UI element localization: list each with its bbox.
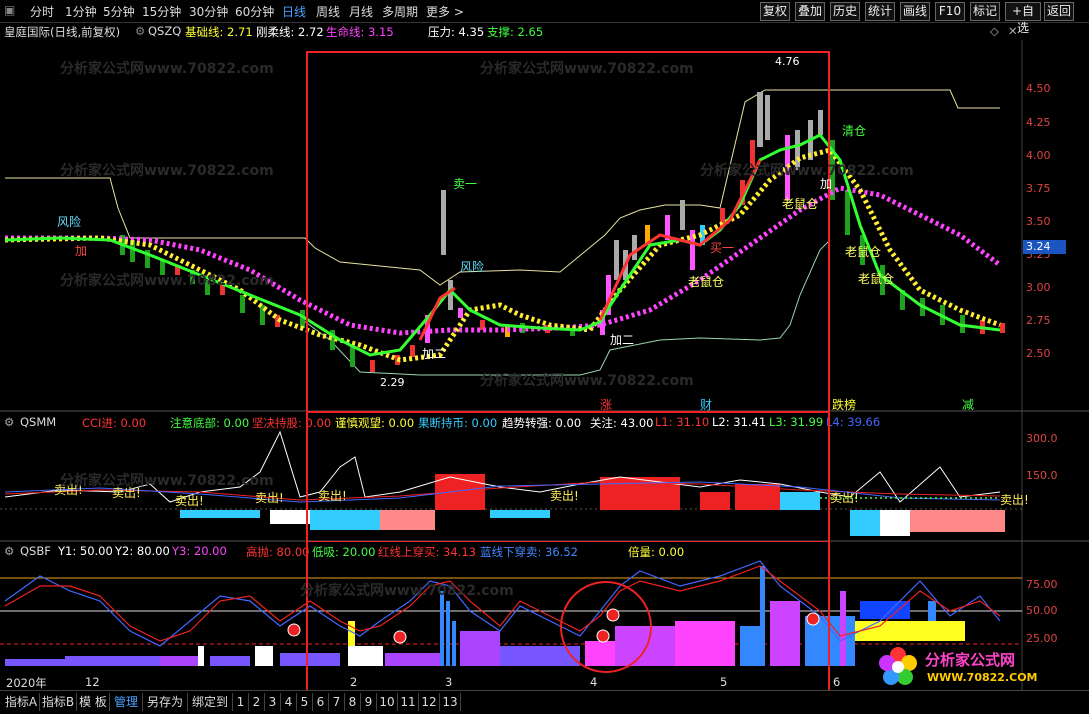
watermark: 分析家公式网www.70822.com (300, 583, 514, 599)
main-val-support: 支撑: 2.65 (487, 25, 544, 39)
tab-manage[interactable]: 管理 (110, 693, 143, 711)
sell-one-annotation: 卖一 (453, 177, 477, 191)
tab-num-8[interactable]: 8 (345, 693, 361, 711)
sell-label: 卖出! (1000, 493, 1029, 507)
logo-title: 分析家公式网 (925, 651, 1016, 669)
tab-num-12[interactable]: 12 (419, 693, 440, 711)
watermark: 分析家公式网www.70822.com (60, 273, 274, 289)
sell-label: 卖出! (255, 491, 284, 505)
time-label: 2020年 (6, 676, 47, 690)
tab-template[interactable]: 模 板 (77, 693, 110, 711)
sell-label: 卖出! (550, 489, 579, 503)
mark-rise: 涨 (600, 397, 612, 412)
main-val-flex: 刚柔线: 2.72 (256, 25, 324, 39)
watermark: 分析家公式网www.70822.com (480, 373, 694, 389)
rat-annotation: 老鼠仓 (688, 275, 724, 289)
tab-fenshi[interactable]: 分时 (30, 3, 54, 20)
rat-annotation: 老鼠仓 (858, 272, 894, 286)
high-label: 4.76 (775, 55, 800, 68)
tab-multi-period[interactable]: 多周期 (382, 3, 418, 20)
close-icon[interactable]: ✕ (1008, 24, 1018, 38)
tab-num-3[interactable]: 3 (265, 693, 281, 711)
tab-indicator-b[interactable]: 指标B (40, 693, 77, 711)
mark-button[interactable]: 标记 (970, 2, 1000, 21)
tab-daily[interactable]: 日线 (282, 3, 306, 20)
tab-num-1[interactable]: 1 (233, 693, 249, 711)
tab-bind-to[interactable]: 绑定到 (188, 693, 233, 711)
tab-num-10[interactable]: 10 (377, 693, 398, 711)
watermark: 分析家公式网www.70822.com (60, 163, 274, 179)
watermark: 分析家公式网www.70822.com (700, 163, 914, 179)
period-toolbar: ▣ 分时 1分钟 5分钟 15分钟 30分钟 60分钟 日线 周线 月线 多周期… (0, 0, 1089, 35)
tab-num-11[interactable]: 11 (398, 693, 419, 711)
rat-annotation: 老鼠仓 (782, 197, 818, 211)
overlay-button[interactable]: 叠加 (795, 2, 825, 21)
rat-annotation: 老鼠仓 (845, 245, 881, 259)
history-button[interactable]: 历史 (830, 2, 860, 21)
buy-one-annotation: 买一 (710, 241, 734, 255)
clear-annotation: 清仓 (842, 124, 866, 138)
time-label: 4 (590, 675, 598, 689)
tab-save-as[interactable]: 另存为 (143, 693, 188, 711)
stock-name: 皇庭国际(日线,前复权) (4, 25, 121, 39)
risk-annotation: 风险 (460, 259, 484, 274)
add-watchlist-button[interactable]: +自选 (1005, 2, 1041, 35)
add-two-annotation: 加二 (422, 347, 446, 361)
add-annotation: 加 (75, 244, 87, 258)
logo-url: WWW.70822.COM (927, 671, 1038, 684)
tab-num-9[interactable]: 9 (361, 693, 377, 711)
time-label: 12 (85, 675, 100, 689)
watermark: 分析家公式网www.70822.com (480, 61, 694, 77)
draw-line-button[interactable]: 画线 (900, 2, 930, 21)
menu-icon[interactable]: ▣ (4, 3, 15, 17)
risk-annotation: 风险 (57, 214, 81, 229)
tab-30min[interactable]: 30分钟 (189, 3, 228, 20)
tab-indicator-a[interactable]: 指标A (3, 693, 40, 711)
add-two-annotation: 加二 (610, 333, 634, 347)
low-label: 2.29 (380, 376, 405, 389)
site-logo: 分析家公式网 WWW.70822.COM (875, 645, 1038, 690)
tab-weekly[interactable]: 周线 (316, 3, 340, 20)
tab-num-2[interactable]: 2 (249, 693, 265, 711)
tab-monthly[interactable]: 月线 (349, 3, 373, 20)
main-val-base: 基础线: 2.71 (185, 25, 253, 39)
mark-reduce: 减 (962, 398, 974, 412)
sell-label: 卖出! (175, 494, 204, 508)
watermark: 分析家公式网www.70822.com (60, 61, 274, 77)
sell-label: 卖出! (318, 489, 347, 503)
watermark: 分析家公式网www.70822.com (60, 473, 274, 489)
main-val-life: 生命线: 3.15 (326, 25, 394, 39)
back-button[interactable]: 返回 (1044, 2, 1074, 21)
tab-15min[interactable]: 15分钟 (142, 3, 181, 20)
bottom-toolbar: 指标A 指标B 模 板 管理 另存为 绑定到 1 2 3 4 5 6 7 8 9… (0, 690, 1089, 714)
sell-label: 卖出! (830, 491, 859, 505)
tab-num-13[interactable]: 13 (440, 693, 461, 711)
time-label: 3 (445, 675, 453, 689)
tab-60min[interactable]: 60分钟 (235, 3, 274, 20)
restore-rights-button[interactable]: 复权 (760, 2, 790, 21)
main-chart: 风险 风险 卖一 清仓 4.76 2.29 加二 加二 买一 老鼠仓 老鼠仓 老… (0, 40, 1089, 412)
main-formula-name: QSZQ (148, 24, 182, 38)
mark-fall-list: 跌榜 (832, 397, 856, 412)
tab-num-6[interactable]: 6 (313, 693, 329, 711)
time-label: 5 (720, 675, 728, 689)
main-val-pressure: 压力: 4.35 (428, 25, 485, 39)
f10-button[interactable]: F10 (935, 2, 965, 21)
time-label: 6 (833, 675, 841, 689)
mark-wealth: 财 (700, 398, 712, 412)
tab-more[interactable]: 更多 > (426, 3, 464, 20)
tab-num-5[interactable]: 5 (297, 693, 313, 711)
qsmm-bars (180, 474, 1005, 536)
settings-icon[interactable]: ⚙ (135, 24, 145, 38)
tab-num-7[interactable]: 7 (329, 693, 345, 711)
diamond-icon[interactable]: ◇ (990, 24, 999, 38)
tab-num-4[interactable]: 4 (281, 693, 297, 711)
tab-1min[interactable]: 1分钟 (65, 3, 97, 20)
tab-5min[interactable]: 5分钟 (103, 3, 135, 20)
flower-icon (879, 647, 917, 685)
time-label: 2 (350, 675, 358, 689)
statistics-button[interactable]: 统计 (865, 2, 895, 21)
